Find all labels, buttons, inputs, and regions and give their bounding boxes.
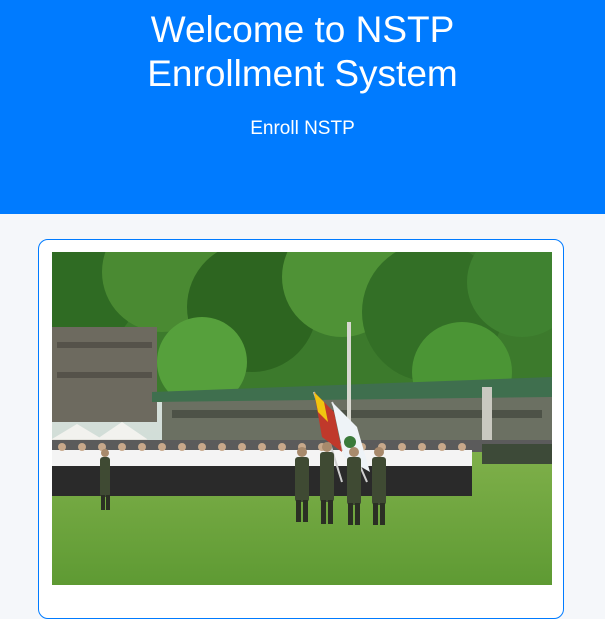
page-title: Welcome to NSTP Enrollment System [0,8,605,96]
content-card [38,239,564,619]
nstp-formation-photo [52,252,552,585]
hero-banner: Welcome to NSTP Enrollment System Enroll… [0,0,605,214]
title-line-1: Welcome to NSTP [150,9,455,50]
title-line-2: Enrollment System [147,53,458,94]
enroll-nstp-link[interactable]: Enroll NSTP [0,118,605,140]
